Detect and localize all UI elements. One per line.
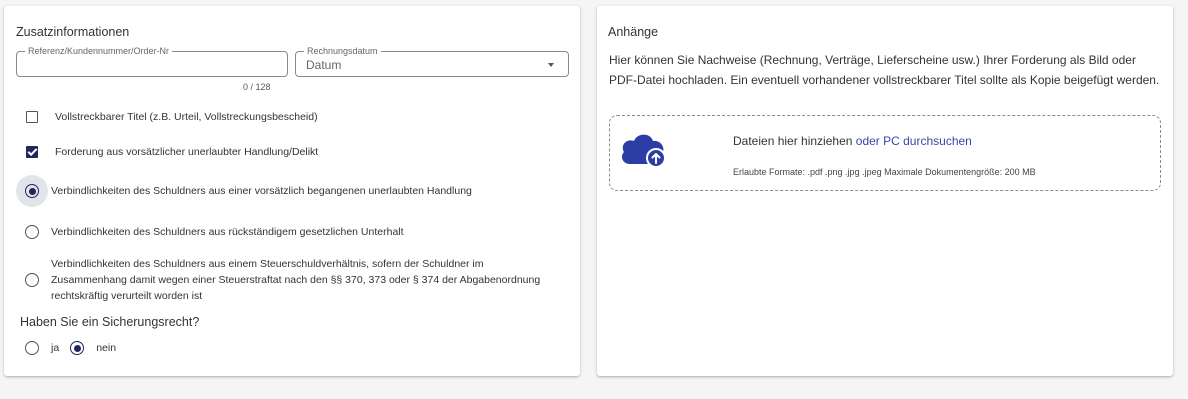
tort-claim-label: Forderung aus vorsätzlicher unerlaubter … [55, 146, 319, 158]
intentional-tort-radio[interactable] [25, 184, 39, 198]
attachments-title: Anhänge [608, 25, 659, 39]
security-no-radio[interactable] [70, 341, 85, 355]
security-radio-group: ja nein [16, 332, 116, 364]
tax-offense-radio-ripple[interactable] [16, 264, 48, 296]
attachments-description: Hier können Sie Nachweise (Rechnung, Ver… [609, 53, 1160, 87]
enforceable-title-label: Vollstreckbarer Titel (z.B. Urteil, Voll… [55, 111, 318, 123]
intentional-tort-radio-ripple[interactable] [16, 175, 48, 207]
security-yes-radio-ripple[interactable] [16, 332, 48, 364]
attachments-card: Anhänge Hier können Sie Nachweise (Rechn… [597, 6, 1173, 376]
security-right-question: Haben Sie ein Sicherungsrecht? [20, 315, 200, 329]
invoice-date-select[interactable]: Rechnungsdatum Datum [295, 45, 569, 77]
tax-offense-radio[interactable] [25, 273, 39, 287]
security-yes-label: ja [51, 342, 60, 354]
chevron-down-icon [548, 63, 554, 67]
security-no-label: nein [96, 342, 117, 354]
security-yes-radio[interactable] [25, 341, 39, 355]
reference-field-label: Referenz/Kundennummer/Order-Nr [25, 45, 173, 57]
checkbox-row-enforceable-title[interactable]: Vollstreckbarer Titel (z.B. Urteil, Voll… [20, 109, 318, 125]
maintenance-arrears-radio[interactable] [25, 225, 39, 239]
maintenance-arrears-label: Verbindlichkeiten des Schuldners aus rüc… [51, 226, 404, 238]
invoice-date-value: Datum [306, 58, 342, 72]
additional-info-card: Zusatzinformationen Referenz/Kundennumme… [4, 6, 580, 376]
reference-char-counter: 0 / 128 [243, 82, 271, 92]
tort-claim-checkbox[interactable] [26, 146, 38, 158]
dropzone-hint: Erlaubte Formate: .pdf .png .jpg .jpeg M… [733, 167, 1036, 177]
checkbox-row-tort-claim[interactable]: Forderung aus vorsätzlicher unerlaubter … [20, 144, 318, 160]
tax-offense-label: Verbindlichkeiten des Schuldners aus ein… [51, 258, 541, 302]
security-no-radio-ripple[interactable] [61, 332, 93, 364]
file-dropzone[interactable]: Dateien hier hinziehen oder PC durchsuch… [609, 115, 1161, 191]
intentional-tort-label: Verbindlichkeiten des Schuldners aus ein… [51, 185, 472, 197]
radio-row-tax-offense[interactable]: Verbindlichkeiten des Schuldners aus ein… [16, 256, 551, 304]
dropzone-text-line: Dateien hier hinziehen oder PC durchsuch… [733, 134, 972, 148]
additional-info-title: Zusatzinformationen [16, 25, 130, 39]
enforceable-title-checkbox[interactable] [26, 111, 38, 123]
radio-row-intentional-tort[interactable]: Verbindlichkeiten des Schuldners aus ein… [16, 175, 472, 207]
reference-field[interactable]: Referenz/Kundennummer/Order-Nr [16, 45, 288, 77]
cloud-upload-icon [618, 128, 670, 177]
maintenance-arrears-radio-ripple[interactable] [16, 216, 48, 248]
radio-row-maintenance-arrears[interactable]: Verbindlichkeiten des Schuldners aus rüc… [16, 216, 404, 248]
browse-pc-link[interactable]: oder PC durchsuchen [856, 134, 972, 148]
dropzone-text: Dateien hier hinziehen [733, 134, 853, 148]
invoice-date-label: Rechnungsdatum [304, 45, 381, 57]
